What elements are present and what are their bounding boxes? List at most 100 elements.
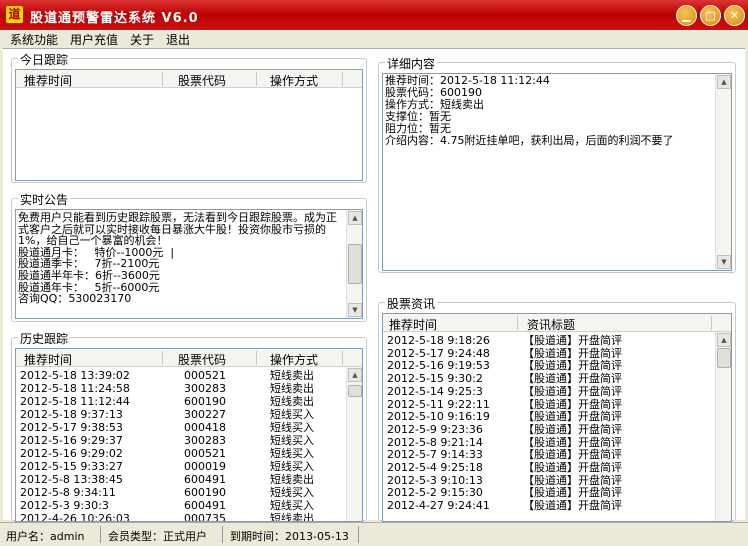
list-item[interactable]: 2012-5-11 9:22:11 【股道通】开盘简评 [383,398,731,411]
history-scrollbar[interactable]: ▲ [346,367,362,521]
row-time: 2012-5-16 9:29:37 [20,434,123,447]
row-action: 短线买入 [270,447,314,460]
col-header-time[interactable]: 推荐时间 [24,72,72,89]
scroll-thumb[interactable] [348,385,362,397]
row-title: 【股道通】开盘简评 [523,384,622,398]
list-item[interactable]: 2012-5-14 9:25:3 【股道通】开盘简评 [383,385,731,398]
col-header-action[interactable]: 操作方式 [270,72,318,89]
list-item[interactable]: 2012-5-4 9:25:18 【股道通】开盘简评 [383,461,731,474]
row-time: 2012-5-17 9:24:48 [387,346,490,360]
row-action: 短线买入 [270,499,314,512]
today-tracking-table[interactable]: 推荐时间 股票代码 操作方式 [15,69,363,181]
news-table-header: 推荐时间 资讯标题 [383,314,731,332]
scroll-thumb[interactable] [348,244,362,284]
col-header-time[interactable]: 推荐时间 [389,316,437,333]
row-title: 【股道通】开盘简评 [523,334,622,347]
row-time: 2012-5-15 9:30:2 [387,372,483,386]
detail-group: 详细内容 推荐时间：2012-5-18 11:12:44 股票代码：600190… [378,55,736,273]
minimize-button[interactable]: ▁ [676,5,697,26]
table-row[interactable]: 2012-5-15 9:33:27 000019 短线买入 [16,460,362,473]
col-header-time[interactable]: 推荐时间 [24,351,72,368]
row-action: 短线卖出 [270,473,314,486]
list-item[interactable]: 2012-5-17 9:24:48 【股道通】开盘简评 [383,347,731,360]
menu-about[interactable]: 关于 [130,31,154,48]
detail-text: 推荐时间：2012-5-18 11:12:44 股票代码：600190 操作方式… [385,74,674,147]
list-item[interactable]: 2012-5-9 9:23:36 【股道通】开盘简评 [383,423,731,436]
list-item[interactable]: 2012-5-18 9:18:26 【股道通】开盘简评 [383,334,731,347]
list-item[interactable]: 2012-5-2 9:15:30 【股道通】开盘简评 [383,486,731,499]
list-item[interactable]: 2012-5-10 9:16:19 【股道通】开盘简评 [383,410,731,423]
row-time: 2012-5-8 9:21:14 [387,435,483,449]
row-code: 300227 [184,408,226,421]
row-action: 短线卖出 [270,512,314,522]
scroll-up-icon[interactable]: ▲ [348,211,362,225]
detail-scrollbar[interactable]: ▲ ▼ [715,74,731,270]
row-time: 2012-5-18 9:18:26 [387,334,490,347]
row-code: 000418 [184,421,226,434]
table-row[interactable]: 2012-4-26 10:26:03 000735 短线卖出 [16,512,362,522]
table-row[interactable]: 2012-5-17 9:38:53 000418 短线买入 [16,421,362,434]
row-title: 【股道通】开盘简评 [523,473,622,487]
row-title: 【股道通】开盘简评 [523,346,622,360]
row-title: 【股道通】开盘简评 [523,397,622,411]
notice-scrollbar[interactable]: ▲ ▼ [346,210,362,318]
row-code: 600190 [184,395,226,408]
table-row[interactable]: 2012-5-16 9:29:02 000521 短线买入 [16,447,362,460]
status-username: 用户名：admin [6,530,85,543]
scroll-up-icon[interactable]: ▲ [348,368,362,382]
notice-textbox[interactable]: 免费用户只能看到历史跟踪股票，无法看到今日跟踪股票。成为正式客户之后就可以实时接… [15,209,363,319]
table-row[interactable]: 2012-5-8 9:34:11 600190 短线买入 [16,486,362,499]
row-title: 【股道通】开盘简评 [523,486,622,500]
scroll-thumb[interactable] [717,348,731,368]
news-group: 股票资讯 推荐时间 资讯标题 2012-5-18 9:18:26 【股道通】开盘简… [378,295,736,522]
list-item[interactable]: 2012-5-3 9:10:13 【股道通】开盘简评 [383,474,731,487]
table-row[interactable]: 2012-5-18 11:12:44 600190 短线卖出 [16,395,362,408]
list-item[interactable]: 2012-4-27 9:24:41 【股道通】开盘简评 [383,499,731,512]
table-row[interactable]: 2012-5-18 9:37:13 300227 短线买入 [16,408,362,421]
row-time: 2012-5-18 13:39:02 [20,369,130,382]
scroll-down-icon[interactable]: ▼ [717,255,731,269]
list-item[interactable]: 2012-5-15 9:30:2 【股道通】开盘简评 [383,372,731,385]
row-title: 【股道通】开盘简评 [523,499,622,513]
table-row[interactable]: 2012-5-16 9:29:37 300283 短线买入 [16,434,362,447]
row-time: 2012-5-18 11:12:44 [20,395,130,408]
close-button[interactable]: ✕ [724,5,745,26]
main-client-area: 今日跟踪 推荐时间 股票代码 操作方式 实时公告 免费用户只能看到历史跟踪股票，… [3,48,745,522]
list-item[interactable]: 2012-5-16 9:19:53 【股道通】开盘简评 [383,359,731,372]
row-action: 短线卖出 [270,369,314,382]
scroll-up-icon[interactable]: ▲ [717,75,731,89]
table-row[interactable]: 2012-5-18 11:24:58 300283 短线卖出 [16,382,362,395]
title-bar[interactable]: 道 股道通预警雷达系统 V6.0 ▁ □ ✕ [0,0,748,30]
table-row[interactable]: 2012-5-18 13:39:02 000521 短线卖出 [16,369,362,382]
col-header-title[interactable]: 资讯标题 [527,316,575,333]
row-action: 短线买入 [270,486,314,499]
today-table-header: 推荐时间 股票代码 操作方式 [16,70,362,88]
news-scrollbar[interactable]: ▲ [715,332,731,521]
row-time: 2012-5-2 9:15:30 [387,486,483,500]
menu-system[interactable]: 系统功能 [10,31,58,48]
news-table[interactable]: 推荐时间 资讯标题 2012-5-18 9:18:26 【股道通】开盘简评 2012… [382,313,732,522]
row-title: 【股道通】开盘简评 [523,461,622,474]
row-time: 2012-5-11 9:22:11 [387,397,490,411]
row-code: 300283 [184,382,226,395]
col-header-code[interactable]: 股票代码 [178,351,226,368]
scroll-down-icon[interactable]: ▼ [348,303,362,317]
detail-textbox[interactable]: 推荐时间：2012-5-18 11:12:44 股票代码：600190 操作方式… [382,73,732,271]
notice-text: 免费用户只能看到历史跟踪股票，无法看到今日跟踪股票。成为正式客户之后就可以实时接… [18,211,337,306]
menu-exit[interactable]: 退出 [166,31,190,48]
list-item[interactable]: 2012-5-7 9:14:33 【股道通】开盘简评 [383,448,731,461]
history-tracking-table[interactable]: 推荐时间 股票代码 操作方式 2012-5-18 13:39:02 000521 短… [15,348,363,522]
scroll-up-icon[interactable]: ▲ [717,333,731,347]
row-time: 2012-5-8 9:34:11 [20,486,116,499]
col-header-action[interactable]: 操作方式 [270,351,318,368]
col-header-code[interactable]: 股票代码 [178,72,226,89]
maximize-button[interactable]: □ [700,5,721,26]
row-time: 2012-5-18 9:37:13 [20,408,123,421]
row-code: 300283 [184,434,226,447]
table-row[interactable]: 2012-5-3 9:30:3 600491 短线买入 [16,499,362,512]
table-row[interactable]: 2012-5-8 13:38:45 600491 短线卖出 [16,473,362,486]
menu-recharge[interactable]: 用户充值 [70,31,118,48]
row-time: 2012-5-16 9:29:02 [20,447,123,460]
list-item[interactable]: 2012-5-8 9:21:14 【股道通】开盘简评 [383,436,731,449]
row-action: 短线买入 [270,460,314,473]
